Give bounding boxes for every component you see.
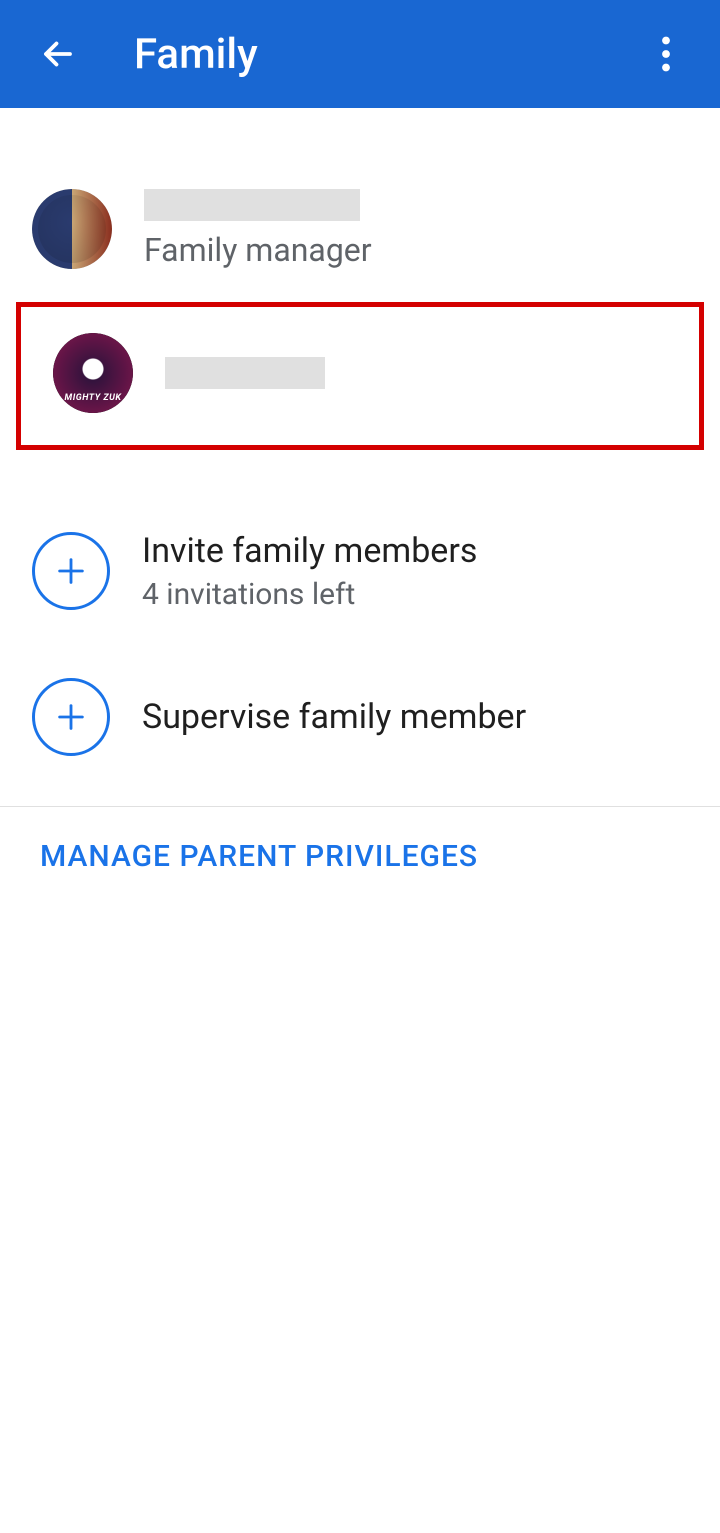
member-role: Family manager [144, 231, 372, 269]
invite-family-members[interactable]: Invite family members 4 invitations left [0, 498, 720, 644]
manage-parent-privileges[interactable]: MANAGE PARENT PRIVILEGES [0, 807, 720, 906]
action-text: Supervise family member [142, 697, 526, 737]
content: Family manager MIGHTY ZUK Invite family … [0, 108, 720, 906]
avatar [32, 189, 112, 269]
action-title: Supervise family member [142, 697, 526, 737]
avatar: MIGHTY ZUK [53, 333, 133, 413]
plus-icon [54, 700, 88, 734]
member-text: Family manager [144, 189, 372, 269]
app-bar: Family [0, 0, 720, 108]
action-text: Invite family members 4 invitations left [142, 531, 477, 612]
overflow-menu-button[interactable] [642, 30, 690, 78]
family-member-manager[interactable]: Family manager [0, 156, 720, 302]
arrow-back-icon [40, 36, 76, 72]
highlighted-member-box: MIGHTY ZUK [16, 302, 704, 450]
add-circle-icon [32, 678, 110, 756]
member-name-redacted [165, 357, 325, 389]
more-vert-icon [661, 36, 671, 72]
action-title: Invite family members [142, 531, 477, 571]
plus-icon [54, 554, 88, 588]
avatar-label: MIGHTY ZUK [53, 393, 133, 403]
family-member-item[interactable]: MIGHTY ZUK [37, 317, 683, 429]
add-circle-icon [32, 532, 110, 610]
action-subtitle: 4 invitations left [142, 577, 477, 612]
member-text [165, 357, 325, 389]
member-name-redacted [144, 189, 360, 221]
supervise-family-member[interactable]: Supervise family member [0, 644, 720, 790]
back-button[interactable] [30, 26, 86, 82]
page-title: Family [134, 30, 642, 79]
